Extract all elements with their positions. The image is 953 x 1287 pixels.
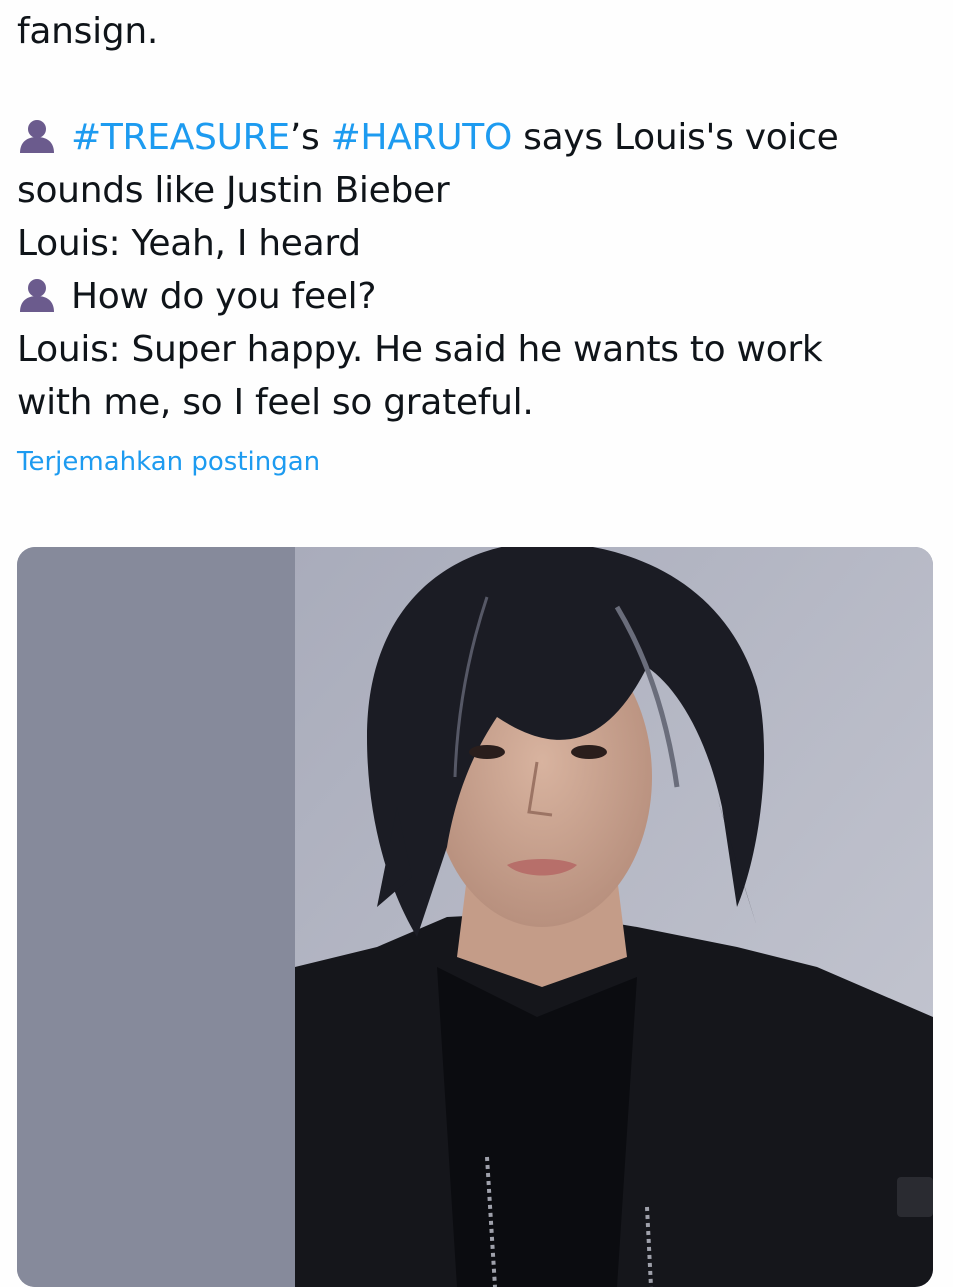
hashtag-treasure-link[interactable]: #TREASURE bbox=[71, 117, 290, 158]
tweet-text-span: How do you feel? bbox=[71, 276, 377, 317]
portrait-photo bbox=[17, 547, 933, 1287]
tweet-line: How do you feel? bbox=[17, 270, 937, 323]
tweet-line: fansign. bbox=[17, 11, 159, 52]
bust-in-silhouette-icon bbox=[20, 120, 54, 153]
hashtag-haruto-link[interactable]: #HARUTO bbox=[331, 117, 513, 158]
tweet-line: sounds like Justin Bieber bbox=[17, 170, 450, 211]
tweet-line: Louis: Yeah, I heard bbox=[17, 223, 361, 264]
tweet-text: fansign. #TREASURE’s #HARUTO says Louis'… bbox=[17, 0, 937, 429]
tweet-text-span: says Louis's voice bbox=[512, 117, 839, 158]
translate-post-link[interactable]: Terjemahkan postingan bbox=[17, 447, 320, 477]
bust-in-silhouette-icon bbox=[20, 279, 54, 312]
tweet-text-span: ’s bbox=[289, 117, 331, 158]
tweet-media-image[interactable] bbox=[17, 547, 933, 1287]
tweet-line: #TREASURE’s #HARUTO says Louis's voice bbox=[17, 111, 937, 164]
tweet-line: with me, so I feel so grateful. bbox=[17, 382, 534, 423]
tweet-line: Louis: Super happy. He said he wants to … bbox=[17, 329, 823, 370]
